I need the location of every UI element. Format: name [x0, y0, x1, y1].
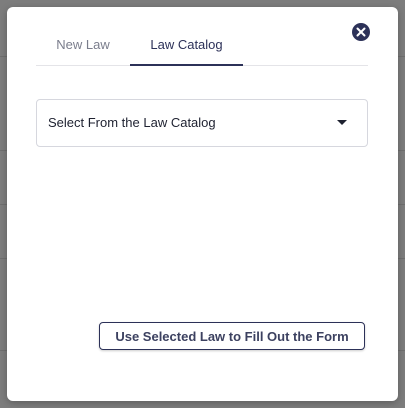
law-catalog-select-value: Select From the Law Catalog — [48, 115, 216, 130]
background-divider — [398, 350, 405, 351]
tab-new-law[interactable]: New Law — [36, 31, 130, 64]
background-divider — [0, 204, 7, 205]
background-divider — [398, 150, 405, 151]
background-divider — [0, 56, 7, 57]
tab-bar: New Law Law Catalog — [36, 31, 368, 66]
caret-down-icon — [337, 120, 347, 125]
tab-law-catalog[interactable]: Law Catalog — [130, 31, 243, 66]
law-modal: New Law Law Catalog Select From the Law … — [7, 7, 398, 401]
background-divider — [0, 350, 7, 351]
background-divider — [0, 150, 7, 151]
background-divider — [398, 204, 405, 205]
background-divider — [398, 258, 405, 259]
law-catalog-select[interactable]: Select From the Law Catalog — [36, 99, 368, 147]
use-selected-law-button[interactable]: Use Selected Law to Fill Out the Form — [99, 322, 365, 350]
background-divider — [0, 258, 7, 259]
background-divider — [398, 56, 405, 57]
